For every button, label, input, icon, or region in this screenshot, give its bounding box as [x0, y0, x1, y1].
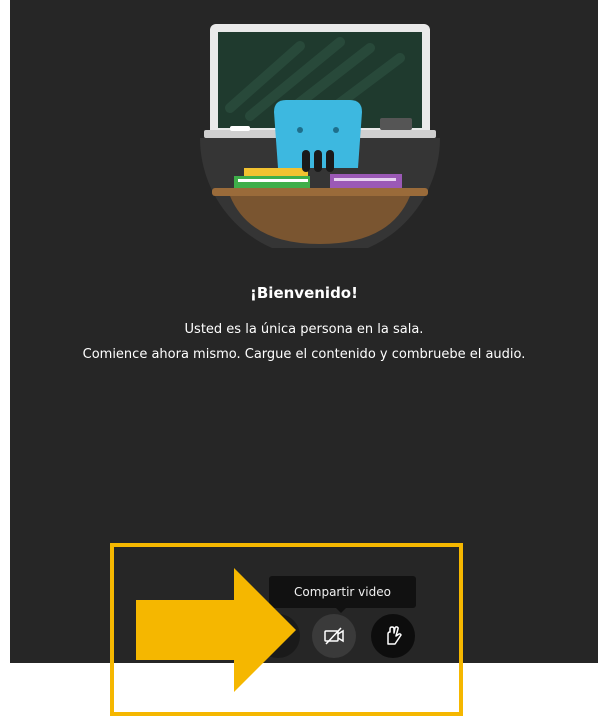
welcome-message-line-1: Usted es la única persona en la sala.: [184, 322, 424, 337]
classroom-illustration: [200, 24, 440, 248]
welcome-title: ¡Bienvenido!: [250, 284, 358, 302]
highlight-frame: [110, 543, 463, 716]
welcome-message-line-2: Comience ahora mismo. Cargue el contenid…: [82, 347, 526, 362]
